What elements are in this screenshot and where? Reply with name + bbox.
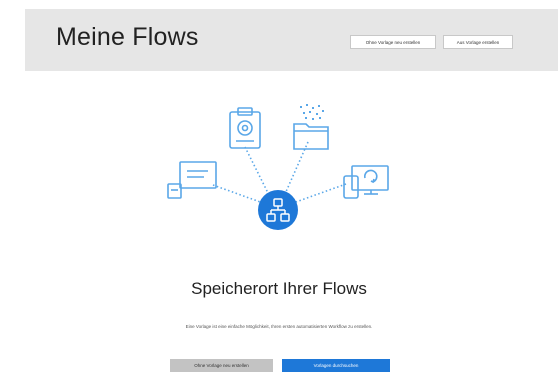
devices-icon: [343, 165, 389, 199]
header-bar: Meine Flows Ohne Vorlage neu erstellen A…: [25, 9, 558, 71]
section-description: Eine Vorlage ist eine einfache Möglichke…: [185, 324, 373, 329]
particle-dots: [300, 104, 324, 120]
flows-illustration: [167, 104, 389, 230]
section-title: Speicherort Ihrer Flows: [191, 279, 367, 298]
create-from-template-button[interactable]: Aus Vorlage erstellen: [443, 35, 513, 49]
create-empty-button[interactable]: Ohne Vorlage neu erstellen: [350, 35, 436, 49]
page: Meine Flows Ohne Vorlage neu erstellen A…: [0, 0, 558, 372]
clipboard-icon: [229, 107, 261, 149]
flow-hub-icon: [258, 190, 298, 230]
page-title: Meine Flows: [56, 23, 199, 51]
browse-templates-button[interactable]: Vorlagen durchsuchen: [282, 359, 390, 372]
chat-icon: [167, 161, 217, 199]
folder-icon: [293, 123, 329, 150]
create-empty-cta-button[interactable]: Ohne Vorlage neu erstellen: [170, 359, 273, 372]
